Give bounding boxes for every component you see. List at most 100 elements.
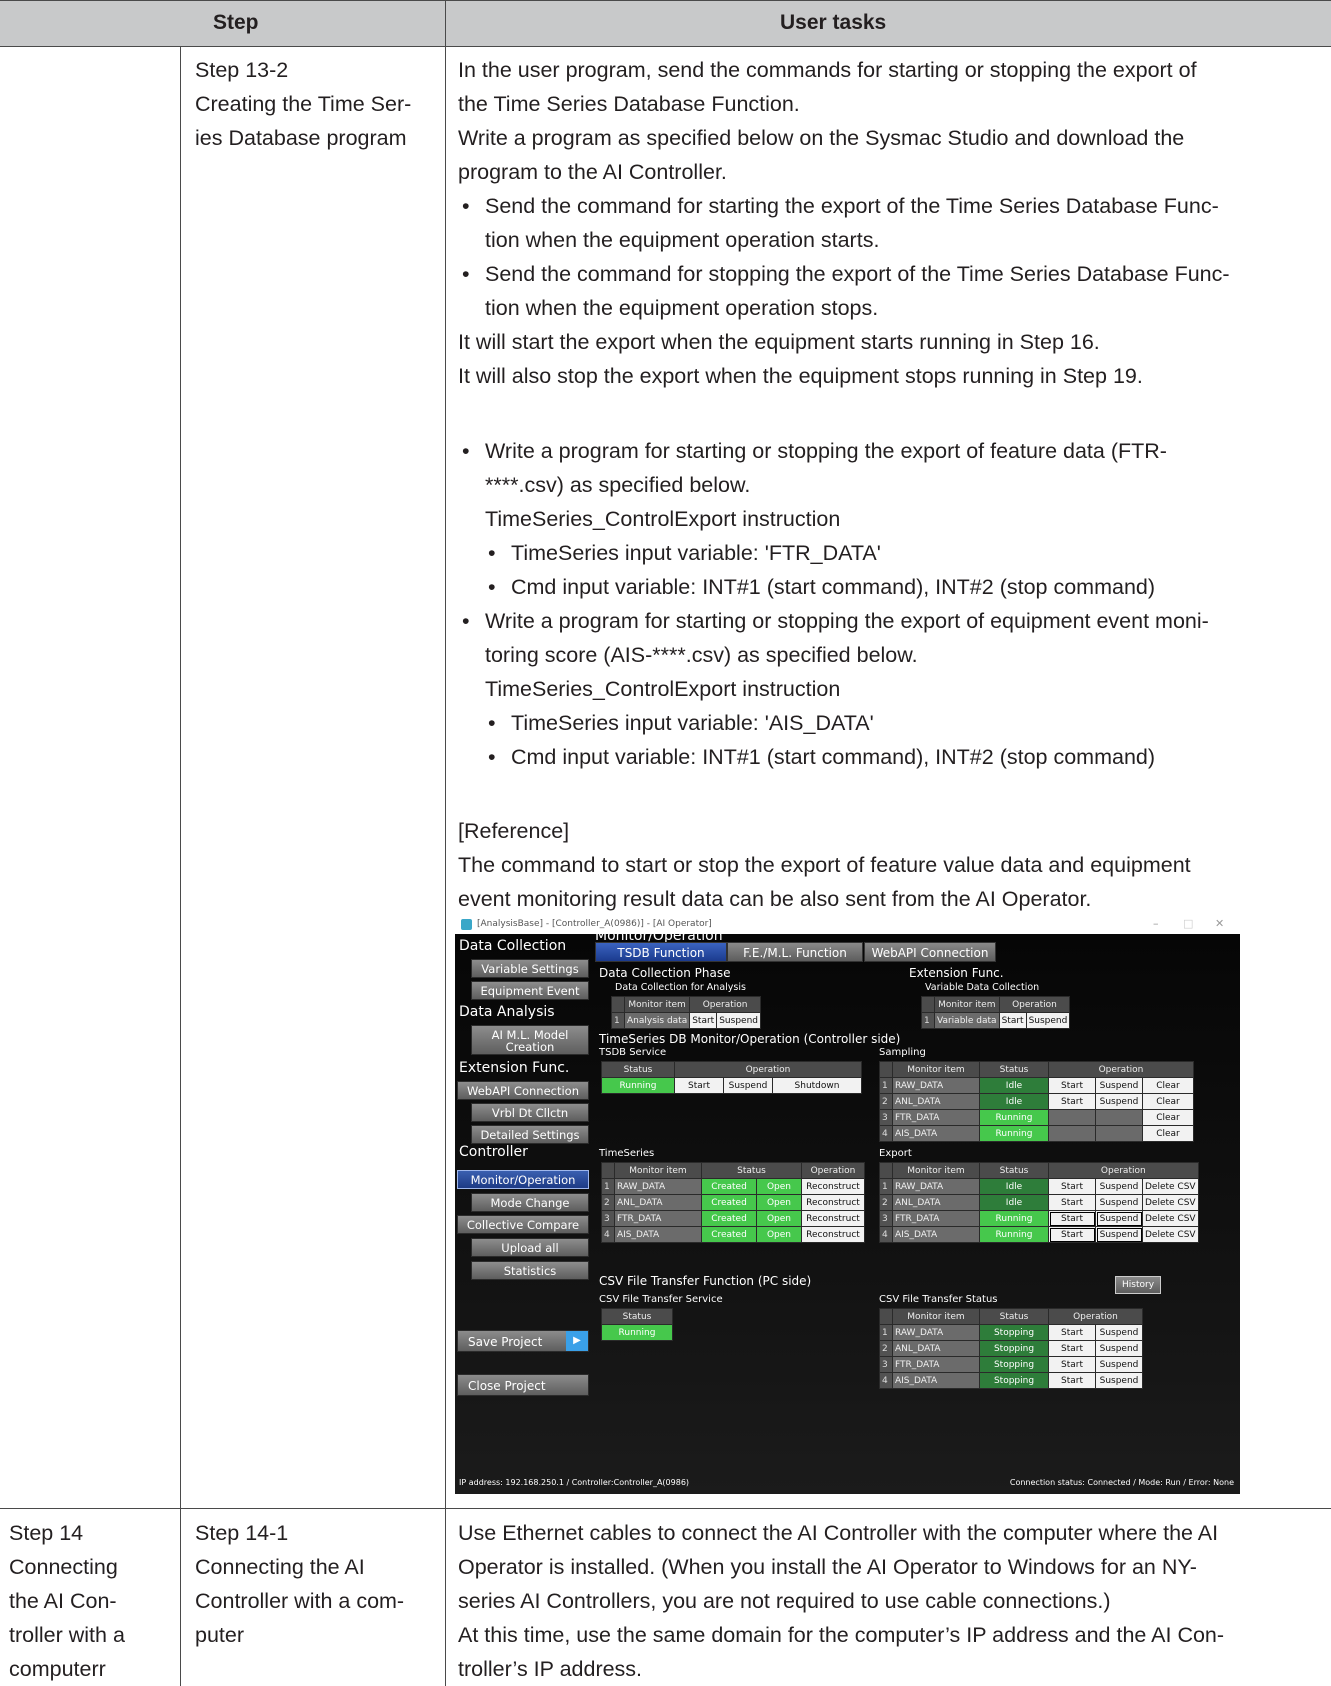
sidebar-item-monitor-operation[interactable]: Monitor/Operation (457, 1170, 589, 1189)
col-divider-2 (180, 46, 181, 1508)
tab-tsdb-function[interactable]: TSDB Function (595, 942, 727, 962)
table-row: 3 FTR_DATA Stopping Start Suspend (879, 1356, 1143, 1373)
clear-button[interactable]: Clear (1142, 1077, 1194, 1094)
bullet-1-line-1: Send the command for starting the export… (485, 194, 1219, 218)
tab-webapi-connection[interactable]: WebAPI Connection (864, 942, 996, 962)
close-project-button[interactable]: Close Project (457, 1374, 589, 1396)
start-button[interactable]: Start (998, 1012, 1027, 1029)
shutdown-button[interactable]: Shutdown (772, 1077, 862, 1094)
sidebar-item-collective-compare[interactable]: Collective Compare (457, 1215, 589, 1234)
clear-button[interactable]: Clear (1142, 1109, 1194, 1126)
suspend-button[interactable]: Suspend (1095, 1178, 1143, 1195)
bullet-4-line-1: Write a program for starting or stopping… (485, 609, 1209, 633)
start-button[interactable]: Start (1048, 1194, 1096, 1211)
step-14-label: Step 14 (9, 1521, 84, 1545)
step-14-task-line-5: troller’s IP address. (458, 1657, 643, 1681)
suspend-button[interactable]: Suspend (1095, 1210, 1143, 1227)
sidebar-item-webapi-connection[interactable]: WebAPI Connection (457, 1081, 589, 1100)
table-top-border (0, 0, 1331, 1)
start-button[interactable]: Start (1048, 1340, 1096, 1357)
bullet-4-line-3: TimeSeries_ControlExport instruction (485, 677, 841, 701)
bullet-4-sub-1: TimeSeries input variable: 'AIS_DATA' (511, 711, 874, 735)
delete-csv-button[interactable]: Delete CSV (1142, 1194, 1199, 1211)
col-monitor-item: Monitor item (623, 996, 691, 1013)
bullet-4-sub-2: Cmd input variable: INT#1 (start command… (511, 745, 1156, 769)
tab-fe-ml-function[interactable]: F.E./M.L. Function (727, 942, 863, 962)
col-divider-3 (445, 46, 446, 1686)
start-button[interactable]: Start (1048, 1372, 1096, 1389)
close-project-label: Close Project (468, 1379, 546, 1393)
sidebar-item-variable-settings[interactable]: Variable Settings (471, 959, 589, 978)
header-step: Step (213, 11, 259, 34)
suspend-button[interactable]: Suspend (1095, 1372, 1143, 1389)
tsdb-service-label: TSDB Service (599, 1047, 667, 1058)
suspend-button[interactable]: Suspend (1025, 1012, 1071, 1029)
close-icon[interactable]: ✕ (1215, 917, 1224, 930)
table-row: 2 ANL_DATA Created Open Reconstruct (601, 1194, 865, 1211)
sidebar-item-upload-all[interactable]: Upload all (471, 1238, 589, 1257)
start-button[interactable]: Start (1048, 1178, 1096, 1195)
save-project-button[interactable]: Save Project ▶ (457, 1330, 589, 1352)
step-14-title-3: troller with a (9, 1623, 125, 1647)
para-2-line-2: program to the AI Controller. (458, 160, 727, 184)
suspend-button[interactable]: Suspend (1095, 1324, 1143, 1341)
extension-func-title: Extension Func. (909, 966, 1004, 980)
table-row: 4 AIS_DATA Running Clear (879, 1125, 1194, 1142)
col-operation: Operation (998, 996, 1071, 1013)
clear-button[interactable]: Clear (1142, 1093, 1194, 1110)
header-bottom-border (0, 46, 1331, 47)
table-row: 4 AIS_DATA Running Start Suspend Delete CSV (879, 1226, 1199, 1243)
reference-title: [Reference] (458, 819, 570, 843)
footer-connection-status: Connection status: Connected / Mode: Run… (1009, 1478, 1234, 1487)
reconstruct-button[interactable]: Reconstruct (801, 1178, 865, 1195)
app-body: Data Collection Variable Settings Equipm… (455, 928, 1240, 1494)
header-user-tasks: User tasks (780, 11, 887, 34)
bullet-3-line-1: Write a program for starting or stopping… (485, 439, 1167, 463)
suspend-button[interactable]: Suspend (1095, 1340, 1143, 1357)
start-button[interactable]: Start (689, 1012, 718, 1029)
bullet-icon: • (462, 194, 470, 218)
reference-line-2: event monitoring result data can be also… (458, 887, 1092, 911)
sidebar-item-ai-ml-model-creation[interactable]: AI M.L. Model Creation (471, 1025, 589, 1055)
delete-csv-button[interactable]: Delete CSV (1142, 1226, 1199, 1243)
sidebar-item-equipment-event[interactable]: Equipment Event (471, 981, 589, 1000)
suspend-button[interactable]: Suspend (716, 1012, 761, 1029)
start-button[interactable]: Start (674, 1077, 724, 1094)
delete-csv-button[interactable]: Delete CSV (1142, 1178, 1199, 1195)
start-button[interactable]: Start (1048, 1356, 1096, 1373)
start-button[interactable]: Start (1048, 1226, 1096, 1243)
step-14-1-title-3: puter (195, 1623, 245, 1647)
bullet-2-line-2: tion when the equipment operation stops. (485, 296, 879, 320)
para-4: It will also stop the export when the eq… (458, 364, 1143, 388)
sidebar-item-vrbl-dt-cllctn[interactable]: Vrbl Dt Cllctn (471, 1103, 589, 1122)
start-button[interactable]: Start (1048, 1093, 1096, 1110)
suspend-button[interactable]: Suspend (1095, 1093, 1143, 1110)
sidebar-item-statistics[interactable]: Statistics (471, 1261, 589, 1280)
table-row: 1 RAW_DATA Created Open Reconstruct (601, 1178, 865, 1195)
sub-bullet-icon: • (488, 541, 496, 565)
suspend-button[interactable]: Suspend (1095, 1077, 1143, 1094)
start-button[interactable]: Start (1048, 1210, 1096, 1227)
maximize-icon[interactable]: □ (1183, 917, 1193, 930)
step-13-2-title-2: ies Database program (195, 126, 407, 150)
play-icon: ▶ (566, 1331, 588, 1351)
export-table: Monitor item Status Operation 1 RAW_DATA Idl… (879, 1162, 1199, 1243)
bullet-2-line-1: Send the command for stopping the export… (485, 262, 1230, 286)
clear-button[interactable]: Clear (1142, 1125, 1194, 1142)
sidebar-heading-data-analysis: Data Analysis (459, 1004, 555, 1020)
row-divider (0, 1508, 1331, 1509)
reconstruct-button[interactable]: Reconstruct (801, 1226, 865, 1243)
start-button[interactable]: Start (1048, 1077, 1096, 1094)
reconstruct-button[interactable]: Reconstruct (801, 1210, 865, 1227)
minimize-icon[interactable]: – (1153, 917, 1159, 930)
suspend-button[interactable]: Suspend (1095, 1356, 1143, 1373)
suspend-button[interactable]: Suspend (1095, 1194, 1143, 1211)
suspend-button[interactable]: Suspend (723, 1077, 773, 1094)
suspend-button[interactable]: Suspend (1095, 1226, 1143, 1243)
history-button[interactable]: History (1115, 1276, 1162, 1294)
delete-csv-button[interactable]: Delete CSV (1142, 1210, 1199, 1227)
csv-status-table: Monitor item Status Operation 1 RAW_DATA Sto… (879, 1308, 1143, 1389)
start-button[interactable]: Start (1048, 1324, 1096, 1341)
sidebar-item-mode-change[interactable]: Mode Change (471, 1193, 589, 1212)
reconstruct-button[interactable]: Reconstruct (801, 1194, 865, 1211)
